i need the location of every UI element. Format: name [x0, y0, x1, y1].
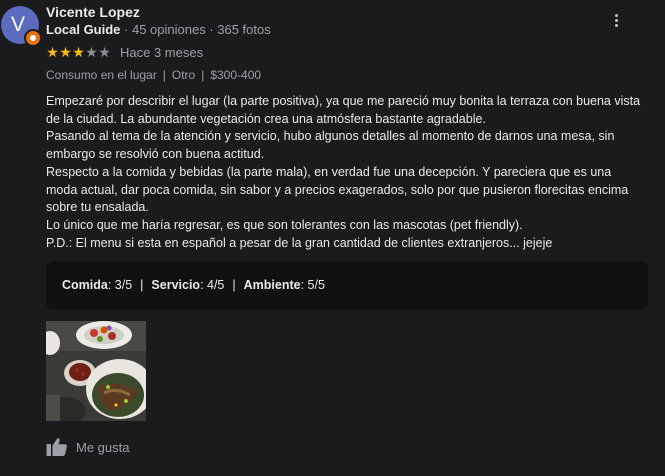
review-paragraph: Empezaré por describir el lugar (la part…	[46, 94, 641, 126]
attribute-separator: |	[162, 68, 166, 82]
review-paragraph: Respecto a la comida y bebidas (la parte…	[46, 164, 629, 215]
reviewer-name[interactable]: Vicente Lopez	[46, 4, 140, 20]
attribute-meal-type: Otro	[171, 68, 196, 82]
local-guide-badge-icon	[24, 29, 42, 47]
like-button[interactable]: Me gusta	[46, 437, 129, 457]
review-paragraph: Pasando al tema de la atención y servici…	[46, 129, 615, 162]
review-paragraph: Lo único que me haría regresar, es que s…	[46, 217, 523, 232]
more-options-button[interactable]	[609, 12, 623, 30]
ambience-rating-value: : 5/5	[300, 278, 325, 292]
reviewer-stats: · 45 opiniones · 365 fotos	[124, 22, 271, 37]
review-photo[interactable]	[46, 321, 146, 421]
star-filled-icon: ★	[59, 44, 72, 60]
food-photo-image	[46, 321, 146, 421]
review-card: V Vicente Lopez Local Guide · 45 opinion…	[0, 0, 665, 476]
reviewer-meta: Local Guide · 45 opiniones · 365 fotos	[46, 22, 271, 37]
rating-separator: |	[232, 278, 236, 292]
rating-row: ★ ★ ★ ★ ★ Hace 3 meses	[46, 43, 203, 61]
ambience-rating-label: Ambiente	[243, 278, 301, 292]
star-filled-icon: ★	[46, 44, 59, 60]
attribute-price: $300-400	[210, 68, 262, 82]
service-rating-label: Servicio	[151, 278, 201, 292]
sub-ratings-box: Comida: 3/5 | Servicio: 4/5 | Ambiente: …	[46, 261, 648, 310]
attribute-separator: |	[201, 68, 205, 82]
review-date: Hace 3 meses	[120, 44, 204, 60]
star-empty-icon: ★	[98, 44, 111, 60]
review-paragraph: P.D.: El menu si esta en español a pesar…	[46, 235, 553, 250]
attribute-service-type: Consumo en el lugar	[46, 68, 157, 82]
service-rating-value: : 4/5	[200, 278, 225, 292]
rating-separator: |	[140, 278, 144, 292]
avatar-initial: V	[10, 13, 25, 36]
star-filled-icon: ★	[72, 44, 85, 60]
more-vert-icon	[609, 14, 623, 27]
star-empty-icon: ★	[85, 44, 98, 60]
visit-attributes: Consumo en el lugar | Otro | $300-400	[46, 68, 261, 82]
thumb-up-icon	[46, 438, 67, 456]
star-rating: ★ ★ ★ ★ ★	[46, 45, 111, 59]
food-rating-value: : 3/5	[107, 278, 133, 292]
review-text: Empezaré por describir el lugar (la part…	[46, 93, 644, 252]
food-rating-label: Comida	[62, 278, 108, 292]
local-guide-label: Local Guide	[46, 22, 121, 37]
like-label: Me gusta	[76, 439, 130, 455]
